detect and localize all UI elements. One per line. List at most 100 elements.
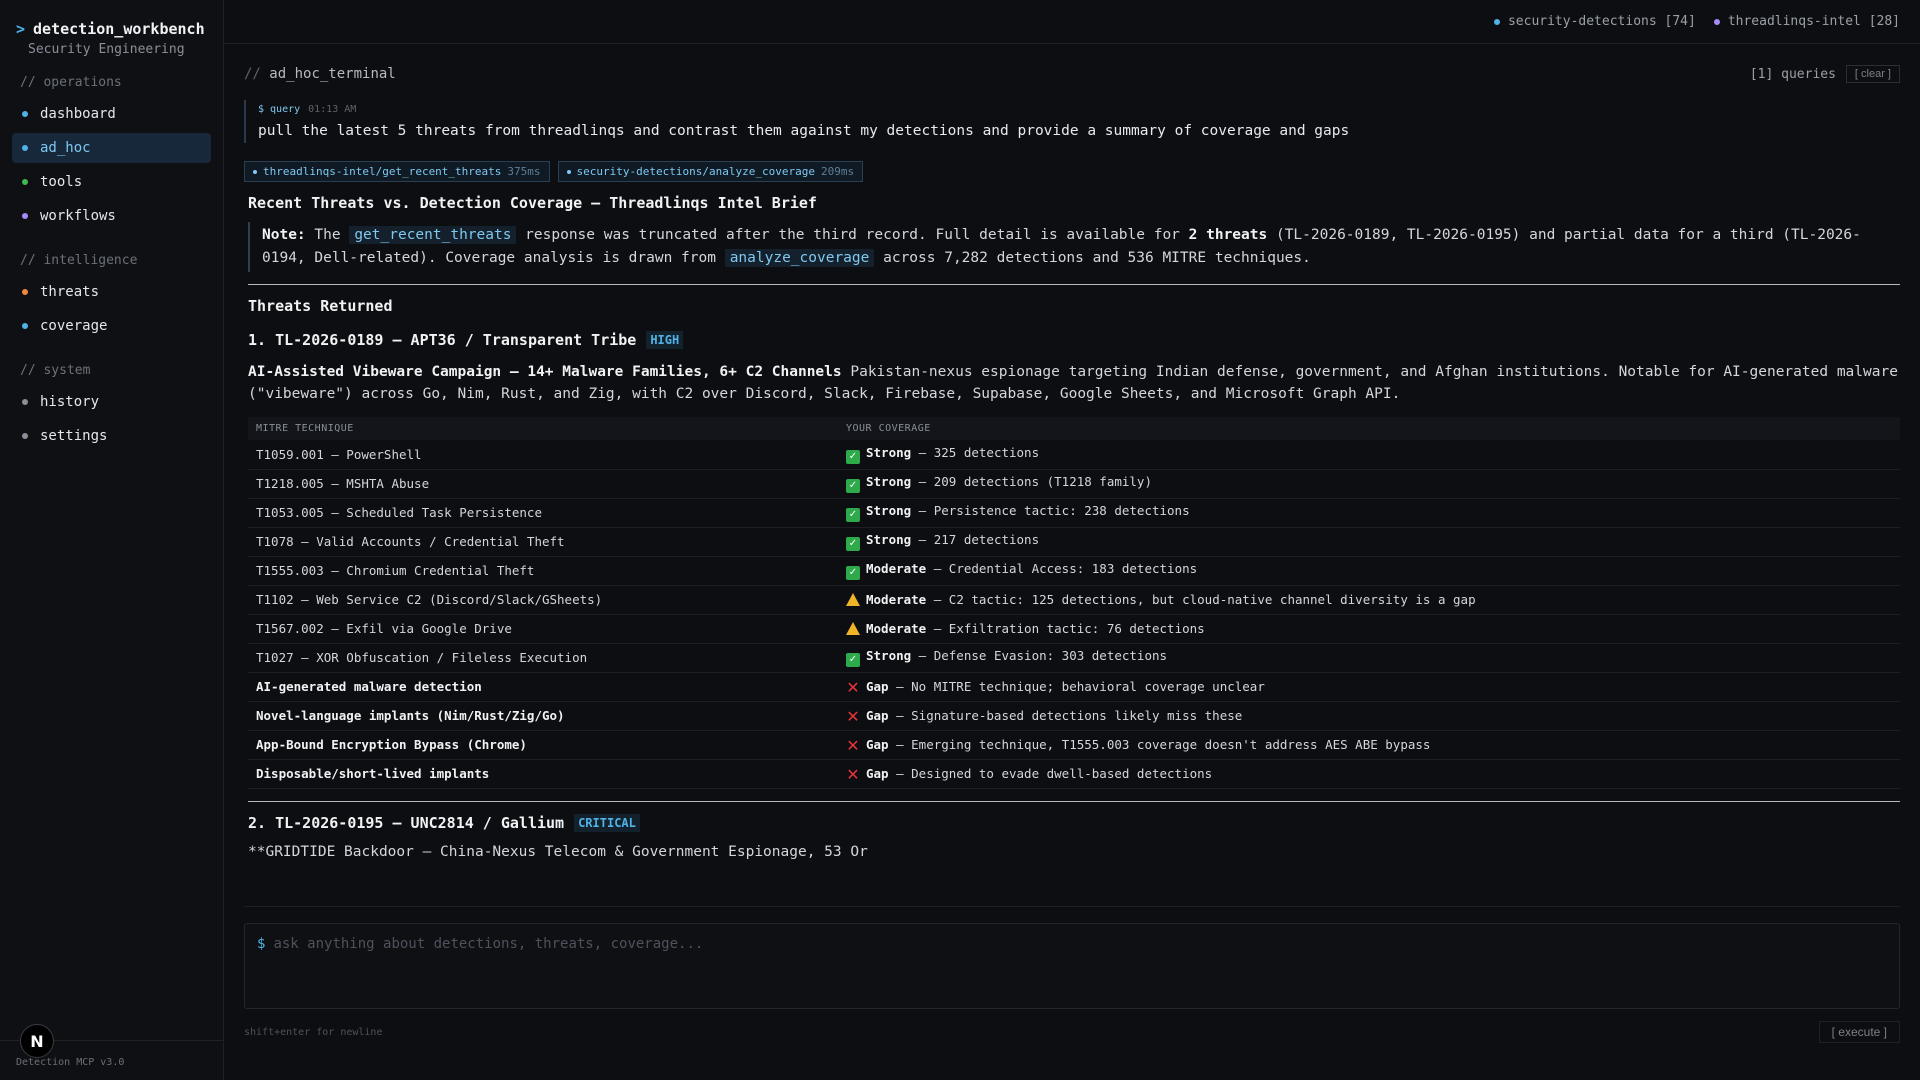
table-row: T1555.003 — Chromium Credential Theft ✓ Mo… [248,556,1900,586]
technique-cell: T1059.001 — PowerShell [248,440,838,470]
threat-title: 2. TL-2026-0195 — UNC2814 / Gallium [248,813,565,832]
technique-cell: App-Bound Encryption Bypass (Chrome) [248,730,838,760]
severity-badge: HIGH [646,331,684,349]
clear-button[interactable]: [ clear ] [1845,65,1900,83]
status-dot-icon [1713,18,1720,25]
nav-dot-icon [22,213,28,219]
technique-text: T1027 — XOR Obfuscation / Fileless Execu… [256,650,588,665]
technique-text: T1567.002 — Exfil via Google Drive [256,621,512,636]
cross-icon: ✕ [846,764,860,784]
coverage-cell: ✓ Strong — Defense Evasion: 303 detection… [838,643,1900,673]
coverage-level: Strong [866,474,912,489]
app-title: > detection_workbench [16,20,207,38]
divider [244,906,1900,907]
sidebar-item-coverage[interactable]: coverage [12,311,211,341]
sidebar-item-workflows[interactable]: workflows [12,201,211,231]
logo-icon: N [20,1024,54,1058]
query-text: pull the latest 5 threats from threadlin… [258,123,1350,139]
coverage-cell: Moderate — C2 tactic: 125 detections, bu… [838,585,1900,615]
table-row: App-Bound Encryption Bypass (Chrome) ✕ Gap… [248,730,1900,760]
nav-dot-icon [22,111,28,117]
tool-chip-get-recent-threats[interactable]: threadlinqs-intel/get_recent_threats 375… [244,161,550,182]
version-label: Detection MCP v3.0 [16,1057,125,1068]
coverage-level: Moderate [866,561,927,576]
technique-cell: AI-generated malware detection [248,672,838,702]
brief-title: Recent Threats vs. Detection Coverage — … [248,194,817,212]
coverage-detail: — Persistence tactic: 238 detections [911,503,1190,518]
app-title-text: detection_workbench [33,20,205,38]
coverage-level: Gap [866,678,889,694]
note-text: The [305,227,350,243]
table-row: T1218.005 — MSHTA Abuse ✓ Strong — 209 det… [248,469,1900,499]
technique-text: T1555.003 — Chromium Credential Theft [256,563,535,578]
sidebar-item-ad-hoc[interactable]: ad_hoc [12,133,211,163]
threat-heading: 1. TL-2026-0189 — APT36 / Transparent Tr… [248,331,1900,349]
technique-cell: T1102 — Web Service C2 (Discord/Slack/GS… [248,585,838,615]
note-label: Note: [262,227,306,243]
threat-title: 1. TL-2026-0189 — APT36 / Transparent Tr… [248,331,637,349]
nav-section-label: // intelligence [20,253,138,268]
nav-section-label: // system [20,363,91,378]
coverage-detail: — Designed to evade dwell-based detectio… [888,765,1213,781]
terminal-controls: [1] queries [ clear ] [1750,65,1900,83]
threat-summary-truncated: **GRIDTIDE Backdoor — China-Nexus Teleco… [248,843,868,860]
sidebar-item-dashboard[interactable]: dashboard [12,99,211,129]
nav-dot-icon [22,399,28,405]
sidebar-item-label: settings [40,428,108,444]
input-area: $ ask anything about detections, threats… [244,906,1900,1043]
sidebar-item-threats[interactable]: threats [12,277,211,307]
technique-text: T1102 — Web Service C2 (Discord/Slack/GS… [256,592,603,607]
app-subtitle: Security Engineering [28,42,185,57]
title-prefix: // [244,66,261,82]
coverage-cell: ✓ Moderate — Credential Access: 183 detec… [838,556,1900,586]
input-hint: shift+enter for newline [244,1026,383,1038]
check-icon: ✓ [846,508,860,522]
coverage-cell: ✓ Strong — 217 detections [838,527,1900,557]
table-row: Novel-language implants (Nim/Rust/Zig/Go… [248,701,1900,731]
coverage-level: Moderate [866,621,927,636]
coverage-level: Strong [866,532,912,547]
table-row: T1078 — Valid Accounts / Credential Thef… [248,527,1900,557]
coverage-detail: — Exfiltration tactic: 76 detections [926,621,1205,636]
bullet-icon [566,169,571,174]
prompt-glyph: $ [257,936,266,952]
sidebar-item-label: workflows [40,208,116,224]
technique-text: Disposable/short-lived implants [256,766,490,781]
note-bold: 2 threats [1188,227,1268,243]
brief-note: Note: The get_recent_threats response wa… [248,222,1900,272]
query-input[interactable]: $ ask anything about detections, threats… [244,923,1900,1009]
coverage-level: Strong [866,503,912,518]
query-time: 01:13 AM [308,104,357,115]
cross-icon: ✕ [846,706,860,726]
connection-security-detections[interactable]: security-detections [74] [1493,14,1696,29]
table-row: T1059.001 — PowerShell ✓ Strong — 325 dete… [248,440,1900,470]
coverage-cell: ✕ Gap — Emerging technique, T1555.003 cov… [838,730,1900,760]
technique-text: T1218.005 — MSHTA Abuse [256,476,430,491]
nav-list: dashboard ad_hoctools workflows [0,93,223,237]
technique-cell: T1027 — XOR Obfuscation / Fileless Execu… [248,643,838,673]
tool-calls: threadlinqs-intel/get_recent_threats 375… [244,161,1900,182]
tool-chip-analyze-coverage[interactable]: security-detections/analyze_coverage 209… [557,161,864,182]
sidebar-item-tools[interactable]: tools [12,167,211,197]
severity-badge: CRITICAL [574,813,640,832]
sidebar-item-settings[interactable]: settings [12,421,211,451]
tool-name: security-detections/analyze_coverage [576,165,815,178]
execute-button[interactable]: [ execute ] [1818,1021,1900,1043]
query-label: $ query [258,104,301,115]
table-row: Disposable/short-lived implants ✕ Gap — De… [248,759,1900,789]
coverage-detail: — 325 detections [911,444,1040,460]
terminal-title: // ad_hoc_terminal [244,66,396,82]
table-header-row: MITRE TECHNIQUE YOUR COVERAGE [248,417,1900,440]
technique-cell: T1218.005 — MSHTA Abuse [248,469,838,499]
sidebar-item-label: coverage [40,318,108,334]
technique-cell: T1567.002 — Exfil via Google Drive [248,614,838,644]
tool-duration: 209ms [820,165,855,178]
divider [248,284,1900,285]
threat-heading: 2. TL-2026-0195 — UNC2814 / Gallium CRIT… [248,813,1900,832]
check-icon: ✓ [846,537,860,551]
column-header: MITRE TECHNIQUE [248,417,838,440]
coverage-detail: — Credential Access: 183 detections [926,561,1198,576]
sidebar-item-history[interactable]: history [12,387,211,417]
main-panel: security-detections [74] threadlinqs-int… [224,0,1920,1080]
connection-threadlinqs-intel[interactable]: threadlinqs-intel [28] [1713,14,1900,29]
